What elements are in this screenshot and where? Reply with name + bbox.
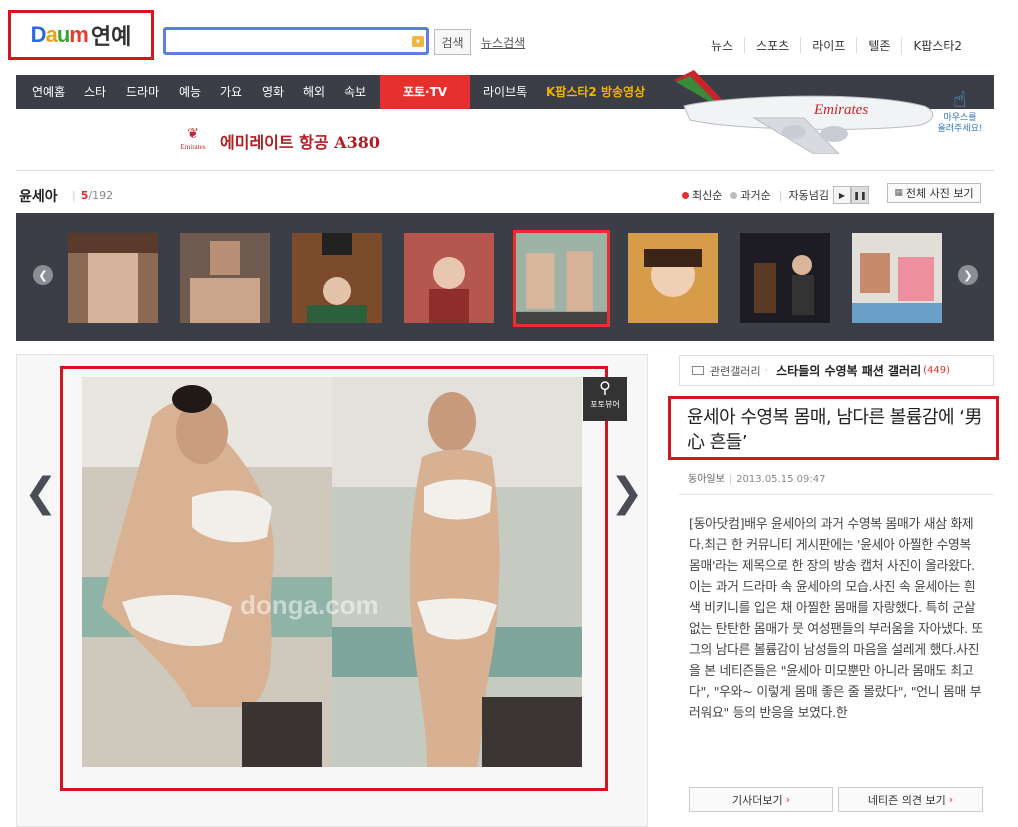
- play-icon[interactable]: ▶: [832, 186, 851, 204]
- photo-viewer-label: 포토뷰어: [590, 400, 620, 409]
- sort-latest-radio-icon[interactable]: [682, 191, 689, 199]
- article-headline[interactable]: 윤세아 수영복 몸매, 남다른 볼륨감에 ‘男心 흔들’: [687, 405, 987, 455]
- comments-button[interactable]: 네티즌 의견 보기 ›: [838, 787, 983, 812]
- pause-icon[interactable]: ❚❚: [850, 186, 869, 204]
- nav-item-home[interactable]: 연예홈: [32, 75, 65, 109]
- view-all-photos-button[interactable]: ▦ 전체 사진 보기: [887, 183, 981, 203]
- section-divider: [16, 170, 994, 171]
- nav-item-live-talk[interactable]: 라이브톡: [483, 75, 527, 109]
- top-links: 뉴스 스포츠 라이프 텔존 K팝스타2: [700, 37, 973, 54]
- thumbnail-3[interactable]: [292, 233, 382, 323]
- mouse-hover-hint[interactable]: ☝ 마우스를 올려주세요!: [930, 74, 990, 154]
- sort-controls: 최신순 과거순 | 자동넘김 ▶ ❚❚: [682, 186, 869, 204]
- article-source[interactable]: 동아일보: [688, 474, 725, 485]
- search-input[interactable]: ▾: [163, 27, 429, 55]
- photo-highlight-frame: [60, 366, 608, 791]
- thumbnail-8[interactable]: [852, 233, 942, 323]
- strip-prev-arrow-icon[interactable]: ❮: [33, 265, 53, 285]
- nav-item-drama[interactable]: 드라마: [126, 75, 159, 109]
- search-button[interactable]: 검색: [434, 29, 471, 55]
- thumbnail-2[interactable]: [180, 233, 270, 323]
- grid-icon: ▦: [894, 188, 903, 198]
- gallery-icon: [692, 366, 704, 375]
- comments-label: 네티즌 의견 보기: [867, 793, 946, 807]
- logo-section-label: 연예: [90, 25, 132, 50]
- gallery-counter: | 5/192: [72, 189, 114, 202]
- daum-entertainment-logo[interactable]: Daum 연예: [8, 10, 154, 60]
- emirates-wordmark: Emirates: [180, 143, 206, 151]
- airplane-ad-image[interactable]: Emirates: [664, 62, 954, 154]
- photo-prev-arrow-icon[interactable]: ❮: [24, 470, 58, 516]
- nav-item-star[interactable]: 스타: [84, 75, 106, 109]
- emirates-logo[interactable]: ❦ Emirates: [173, 127, 213, 157]
- mouse-hint-line-1: 마우스를: [943, 113, 977, 123]
- article-body: [동아닷컴]배우 윤세아의 과거 수영복 몸매가 새삼 화제다.최근 한 커뮤니…: [689, 517, 984, 721]
- top-link-telzone[interactable]: 텔존: [856, 37, 901, 54]
- sort-past-option[interactable]: 과거순: [740, 187, 770, 203]
- gallery-total: /192: [88, 189, 114, 202]
- related-gallery-title[interactable]: 스타들의 수영복 패션 갤러리: [776, 362, 921, 379]
- thumbnail-5-active[interactable]: [513, 230, 610, 327]
- strip-next-arrow-icon[interactable]: ❯: [958, 265, 978, 285]
- ad-headline[interactable]: 에미레이트 항공 A380: [220, 129, 380, 153]
- nav-item-overseas[interactable]: 해외: [303, 75, 325, 109]
- related-gallery-box[interactable]: 관련갤러리 · 스타들의 수영복 패션 갤러리 (449): [679, 355, 994, 386]
- nav-item-breaking[interactable]: 속보: [344, 75, 366, 109]
- nav-item-photo-tv[interactable]: 포토·TV: [380, 75, 470, 109]
- byline-divider: [679, 494, 994, 495]
- sort-past-radio-icon[interactable]: [730, 191, 738, 199]
- chevron-right-icon: ›: [785, 793, 790, 806]
- article-byline: 동아일보 | 2013.05.15 09:47: [688, 474, 826, 485]
- top-link-kpopstar[interactable]: K팝스타2: [901, 37, 973, 54]
- thumbnail-6[interactable]: [628, 233, 718, 323]
- nav-item-movie[interactable]: 영화: [262, 75, 284, 109]
- nav-item-music[interactable]: 가요: [220, 75, 242, 109]
- thumbnail-strip: ❮ ❯: [16, 213, 994, 341]
- nav-item-kpopstar-video[interactable]: K팝스타2 방송영상: [546, 75, 645, 109]
- emirates-crest-icon: ❦: [187, 127, 199, 142]
- article-date: 2013.05.15 09:47: [736, 474, 826, 485]
- read-more-button[interactable]: 기사더보기 ›: [689, 787, 833, 812]
- chevron-down-icon[interactable]: ▾: [412, 36, 424, 47]
- daum-logo-text: Daum: [30, 22, 89, 47]
- thumbnail-4[interactable]: [404, 233, 494, 323]
- thumbnail-1[interactable]: [68, 233, 158, 323]
- news-search-link[interactable]: 뉴스검색: [481, 34, 525, 51]
- related-gallery-count: (449): [923, 365, 951, 376]
- related-gallery-label: 관련갤러리: [710, 364, 761, 378]
- view-all-label: 전체 사진 보기: [905, 187, 974, 200]
- mouse-hint-line-2: 올려주세요!: [937, 124, 983, 134]
- auto-advance-label: 자동넘김: [788, 189, 829, 202]
- plane-label: Emirates: [813, 102, 868, 118]
- gallery-title: 윤세아: [19, 189, 58, 205]
- read-more-label: 기사더보기: [731, 793, 783, 807]
- photo-viewer-button[interactable]: ⚲ 포토뷰어: [583, 377, 627, 421]
- top-link-news[interactable]: 뉴스: [700, 37, 744, 54]
- nav-item-variety[interactable]: 예능: [179, 75, 201, 109]
- chevron-right-icon: ›: [948, 793, 954, 806]
- top-link-sports[interactable]: 스포츠: [744, 37, 800, 54]
- thumbnail-7[interactable]: [740, 233, 830, 323]
- sort-latest-option[interactable]: 최신순: [692, 187, 722, 203]
- photo-next-arrow-icon[interactable]: ❯: [610, 470, 644, 516]
- magnifier-icon: ⚲: [599, 378, 611, 397]
- pointer-hand-icon: ☝: [953, 88, 967, 113]
- top-link-life[interactable]: 라이프: [800, 37, 856, 54]
